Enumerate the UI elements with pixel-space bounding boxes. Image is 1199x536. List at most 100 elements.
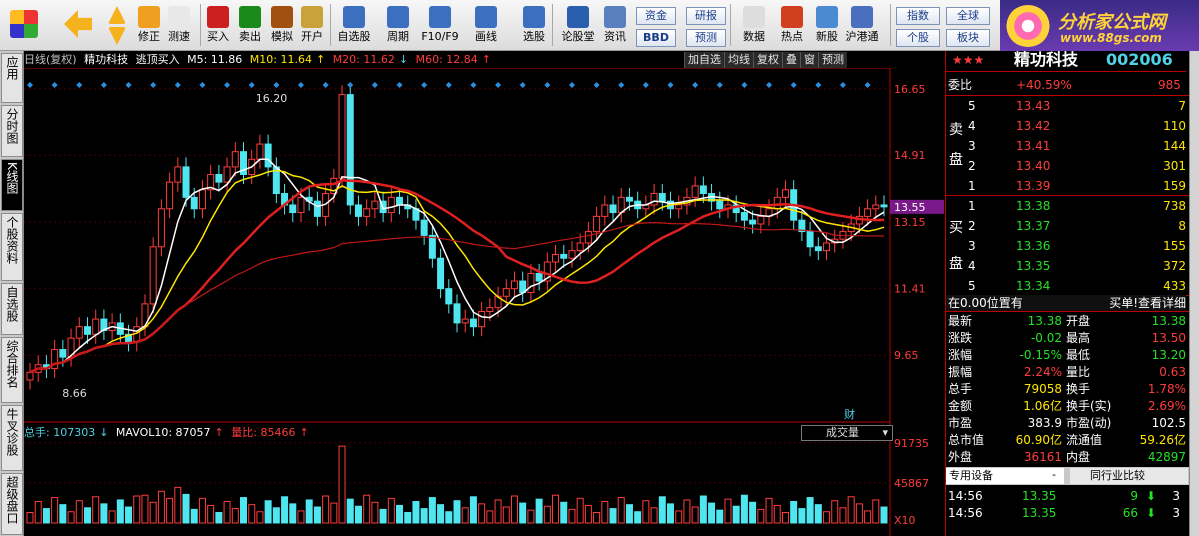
volume-bar xyxy=(568,508,576,524)
kline-chart[interactable]: 16.65 14.91 13.15 11.41 9.65 13.55 16.20 8.66 财 9… xyxy=(24,68,945,536)
volume-bar xyxy=(560,501,568,524)
chart-tool-button[interactable]: 均线 xyxy=(724,52,753,68)
volume-bar xyxy=(125,506,133,524)
ytick-label: 9.65 xyxy=(894,349,919,362)
volume-bar xyxy=(576,497,584,524)
toolbar-hot-button[interactable]: 热点 xyxy=(776,4,808,48)
left-tab-3[interactable]: 个股资料 xyxy=(1,213,23,281)
left-tab-5[interactable]: 综合排名 xyxy=(1,337,23,403)
bid-level: 4 xyxy=(968,259,976,273)
volume-bar xyxy=(75,500,83,524)
toolbar-pe-button[interactable]: 数据 xyxy=(738,4,770,48)
stat-label-2: 市盈(动) xyxy=(1066,416,1112,430)
position-detail-link[interactable]: 买单!查看详细 xyxy=(1109,295,1186,311)
period-label[interactable]: 日线(复权) xyxy=(24,53,77,66)
toolbar-news-button[interactable]: 资讯 xyxy=(600,4,630,48)
candle-body xyxy=(166,181,174,210)
volume-bar xyxy=(83,507,91,524)
chart-tool-button[interactable]: 复权 xyxy=(753,52,782,68)
toolbar-refresh-button[interactable]: 修正 xyxy=(136,4,162,48)
candle-body xyxy=(658,193,666,202)
toolbar-filter-button[interactable]: 选股 xyxy=(514,4,554,48)
stat-label-2: 换手(实) xyxy=(1066,399,1112,413)
brand-banner[interactable]: 分析家公式网 www.88gs.com xyxy=(1000,0,1199,51)
stat-row: 金额 1.06亿 换手(实) 2.69% xyxy=(946,398,1186,414)
volume-bar xyxy=(757,508,765,524)
volume-bar xyxy=(683,499,691,524)
industry-compare-tab[interactable]: 同行业比较 xyxy=(1070,468,1188,484)
left-tab-2[interactable]: K线图 xyxy=(1,159,23,211)
left-tab-7[interactable]: 超级盘口 xyxy=(1,473,23,535)
volume-bar xyxy=(749,501,757,524)
toolbar-buy-button[interactable]: 买入 xyxy=(204,4,232,48)
stat-label: 总手 xyxy=(948,382,973,396)
volume-bar xyxy=(182,493,190,524)
stat-label: 振幅 xyxy=(948,365,973,379)
chart-tool-button[interactable]: 窗 xyxy=(800,52,818,68)
toolbar-lock-button[interactable]: 开户 xyxy=(298,4,326,48)
bid-row: 4 13.35 372 xyxy=(946,258,1186,274)
stock-button[interactable]: 个股 xyxy=(896,29,940,47)
chart-tool-button[interactable]: 加自选 xyxy=(684,52,724,68)
toolbar-f10-button[interactable]: F10/F9 xyxy=(420,4,460,48)
app-logo[interactable] xyxy=(4,4,44,48)
stat-row: 总手 79058 换手 1.78% xyxy=(946,381,1186,397)
bbd-button[interactable]: BBD xyxy=(636,29,676,47)
toolbar-label: 选股 xyxy=(523,30,545,43)
stat-label: 涨幅 xyxy=(948,348,973,362)
volume-indicator-select[interactable]: 成交量 ▾ xyxy=(801,425,893,441)
toolbar-sell-button[interactable]: 卖出 xyxy=(236,4,264,48)
stat-label: 金额 xyxy=(948,399,973,413)
bid-volume: 8 xyxy=(1178,219,1186,233)
vol-tick-label: 91735 xyxy=(894,437,929,450)
page-up-down[interactable] xyxy=(104,4,130,48)
ask-row: 1 13.39 159 xyxy=(946,178,1186,194)
index-button[interactable]: 指数 xyxy=(896,7,940,25)
toolbar-star-button[interactable]: 自选股 xyxy=(334,4,374,48)
volume-bar xyxy=(100,503,108,524)
candle-body xyxy=(864,208,872,217)
left-tab-1[interactable]: 分时图 xyxy=(1,105,23,157)
sector-tab[interactable]: 专用设备 xyxy=(946,468,1064,484)
stat-row: 振幅 2.24% 量比 0.63 xyxy=(946,364,1186,380)
volume-bar xyxy=(593,512,601,524)
back-button[interactable] xyxy=(60,4,96,48)
left-tab-4[interactable]: 自选股 xyxy=(1,283,23,335)
sector-button[interactable]: 板块 xyxy=(946,29,990,47)
volume-bar xyxy=(543,505,551,524)
candle-body xyxy=(453,303,461,324)
candle-body xyxy=(560,253,568,259)
forecast-button[interactable]: 预测 xyxy=(686,29,726,47)
funds-button[interactable]: 资金 xyxy=(636,7,676,25)
toolbar-pen-button[interactable]: 画线 xyxy=(468,4,504,48)
volume-bar xyxy=(601,501,609,524)
cycle-icon xyxy=(387,6,409,28)
stat-row: 总市值 60.90亿 流通值 59.26亿 xyxy=(946,432,1186,448)
ask-volume: 159 xyxy=(1163,179,1186,193)
chart-tool-button[interactable]: 预测 xyxy=(818,52,847,68)
toolbar-hammer-button[interactable]: 模拟 xyxy=(268,4,296,48)
candle-body xyxy=(313,200,321,217)
toolbar-hk-button[interactable]: 沪港通 xyxy=(842,4,882,48)
position-text: 在0.00位置有 xyxy=(948,296,1023,310)
volume-info-bar: 总手: 107303 ↓ MAVOL10: 87057 ↑ 量比: 85466 ↑ xyxy=(24,426,309,439)
global-button[interactable]: 全球 xyxy=(946,7,990,25)
toolbar-newstock-button[interactable]: 新股 xyxy=(812,4,842,48)
left-tab-label: 超级盘口 xyxy=(5,476,19,524)
toolbar-label: 资讯 xyxy=(604,30,626,43)
toolbar-forum-button[interactable]: 论股堂 xyxy=(558,4,598,48)
left-tab-6[interactable]: 牛叉诊股 xyxy=(1,405,23,471)
research-button[interactable]: 研报 xyxy=(686,7,726,25)
candle-body xyxy=(757,215,765,225)
quote-panel: ★★★ 精功科技 002006 委比 +40.59% 985 卖盘 5 13.43 7 4 13.42… xyxy=(945,51,1199,536)
volume-bar xyxy=(313,506,321,524)
volume-bar xyxy=(149,501,157,524)
toolbar-cycle-button[interactable]: 周期 xyxy=(380,4,416,48)
stat-value-2: 13.38 xyxy=(1151,314,1186,328)
volume-bar xyxy=(26,512,34,524)
chart-tool-button[interactable]: 叠 xyxy=(782,52,800,68)
left-tab-0[interactable]: 应用 xyxy=(1,53,23,103)
toolbar-clock-button[interactable]: 测速 xyxy=(166,4,192,48)
candle-body xyxy=(149,246,157,305)
right-scrollbar[interactable] xyxy=(1189,51,1199,536)
